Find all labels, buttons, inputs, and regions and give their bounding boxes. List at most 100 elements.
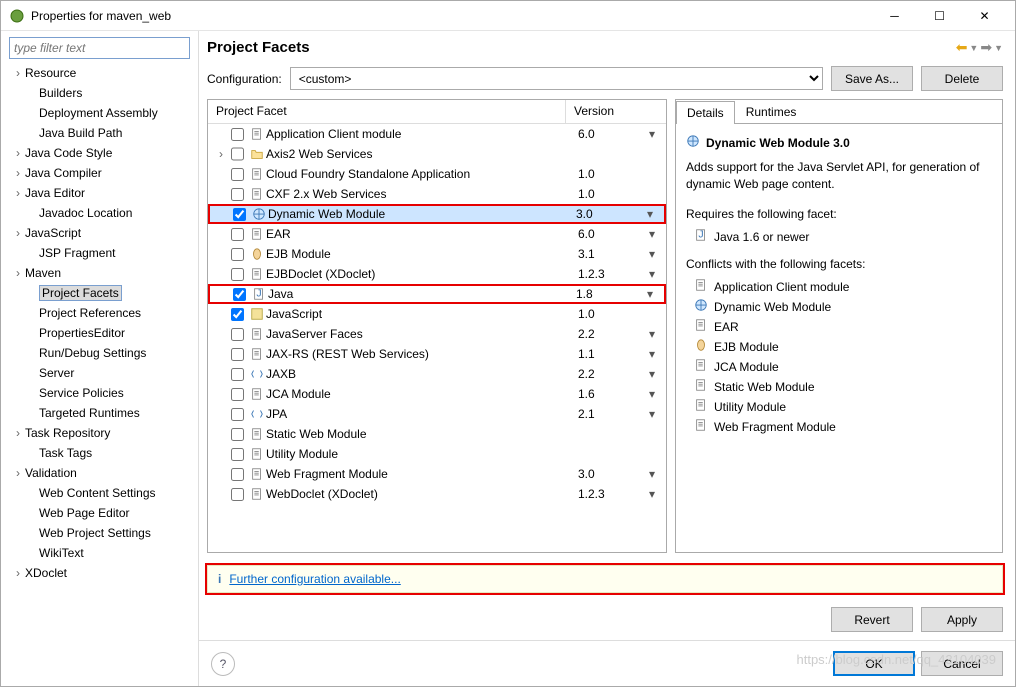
version-dropdown-icon[interactable]: ▾ (638, 347, 666, 361)
sidebar-item-javascript[interactable]: ›JavaScript (3, 223, 196, 243)
facet-checkbox[interactable] (231, 147, 244, 161)
facet-checkbox[interactable] (231, 188, 244, 201)
chevron-right-icon[interactable]: › (11, 166, 25, 180)
facet-checkbox[interactable] (231, 268, 244, 281)
facet-list[interactable]: Application Client module6.0▾›Axis2 Web … (208, 124, 666, 552)
sidebar-item-javadoc-location[interactable]: Javadoc Location (3, 203, 196, 223)
facet-checkbox[interactable] (231, 468, 244, 481)
sidebar-item-targeted-runtimes[interactable]: Targeted Runtimes (3, 403, 196, 423)
facet-checkbox[interactable] (231, 388, 244, 401)
sidebar-tree[interactable]: ›ResourceBuildersDeployment AssemblyJava… (3, 63, 196, 680)
version-dropdown-icon[interactable]: ▾ (638, 387, 666, 401)
chevron-right-icon[interactable]: › (11, 466, 25, 480)
facet-checkbox[interactable] (231, 228, 244, 241)
chevron-right-icon[interactable]: › (11, 226, 25, 240)
facet-row[interactable]: ›Axis2 Web Services (208, 144, 666, 164)
chevron-right-icon[interactable]: › (11, 66, 25, 80)
facet-checkbox[interactable] (231, 168, 244, 181)
facet-checkbox[interactable] (231, 368, 244, 381)
version-dropdown-icon[interactable]: ▾ (638, 227, 666, 241)
version-dropdown-icon[interactable]: ▾ (638, 407, 666, 421)
version-dropdown-icon[interactable]: ▾ (636, 287, 664, 301)
facet-checkbox[interactable] (233, 288, 246, 301)
facet-header-version[interactable]: Version (566, 100, 666, 123)
forward-icon[interactable]: ➡ (980, 39, 992, 56)
revert-button[interactable]: Revert (831, 607, 913, 632)
ok-button[interactable]: OK (833, 651, 915, 676)
sidebar-item-builders[interactable]: Builders (3, 83, 196, 103)
sidebar-item-project-references[interactable]: Project References (3, 303, 196, 323)
sidebar-item-xdoclet[interactable]: ›XDoclet (3, 563, 196, 583)
facet-row[interactable]: Application Client module6.0▾ (208, 124, 666, 144)
facet-row[interactable]: EAR6.0▾ (208, 224, 666, 244)
sidebar-item-java-editor[interactable]: ›Java Editor (3, 183, 196, 203)
facet-row[interactable]: Static Web Module (208, 424, 666, 444)
sidebar-item-resource[interactable]: ›Resource (3, 63, 196, 83)
version-dropdown-icon[interactable]: ▾ (638, 267, 666, 281)
facet-row[interactable]: Dynamic Web Module3.0▾ (208, 204, 666, 224)
sidebar-item-project-facets[interactable]: Project Facets (3, 283, 196, 303)
facet-row[interactable]: JavaScript1.0 (208, 304, 666, 324)
facet-row[interactable]: JavaServer Faces2.2▾ (208, 324, 666, 344)
save-as-button[interactable]: Save As... (831, 66, 913, 91)
facet-checkbox[interactable] (231, 248, 244, 261)
facet-row[interactable]: CXF 2.x Web Services1.0 (208, 184, 666, 204)
chevron-right-icon[interactable]: › (11, 266, 25, 280)
facet-checkbox[interactable] (231, 328, 244, 341)
facet-row[interactable]: JAXB2.2▾ (208, 364, 666, 384)
facet-checkbox[interactable] (231, 308, 244, 321)
sidebar-item-java-build-path[interactable]: Java Build Path (3, 123, 196, 143)
sidebar-item-java-compiler[interactable]: ›Java Compiler (3, 163, 196, 183)
close-button[interactable]: ✕ (962, 2, 1007, 30)
back-icon[interactable]: ⬅ (956, 39, 968, 56)
facet-header-name[interactable]: Project Facet (208, 100, 566, 123)
facet-row[interactable]: JJava1.8▾ (208, 284, 666, 304)
version-dropdown-icon[interactable]: ▾ (638, 247, 666, 261)
cancel-button[interactable]: Cancel (921, 651, 1003, 676)
delete-button[interactable]: Delete (921, 66, 1003, 91)
sidebar-item-server[interactable]: Server (3, 363, 196, 383)
sidebar-item-propertieseditor[interactable]: PropertiesEditor (3, 323, 196, 343)
sidebar-item-task-repository[interactable]: ›Task Repository (3, 423, 196, 443)
version-dropdown-icon[interactable]: ▾ (638, 327, 666, 341)
sidebar-item-task-tags[interactable]: Task Tags (3, 443, 196, 463)
help-button[interactable]: ? (211, 652, 235, 676)
sidebar-item-run-debug-settings[interactable]: Run/Debug Settings (3, 343, 196, 363)
sidebar-item-web-page-editor[interactable]: Web Page Editor (3, 503, 196, 523)
maximize-button[interactable]: ☐ (917, 2, 962, 30)
sidebar-item-deployment-assembly[interactable]: Deployment Assembly (3, 103, 196, 123)
chevron-right-icon[interactable]: › (11, 566, 25, 580)
version-dropdown-icon[interactable]: ▾ (638, 367, 666, 381)
apply-button[interactable]: Apply (921, 607, 1003, 632)
chevron-right-icon[interactable]: › (11, 146, 25, 160)
tab-runtimes[interactable]: Runtimes (735, 100, 808, 123)
facet-row[interactable]: Utility Module (208, 444, 666, 464)
nav-arrows[interactable]: ⬅ ▼ ➡ ▼ (956, 39, 1003, 56)
version-dropdown-icon[interactable]: ▾ (638, 127, 666, 141)
sidebar-item-wikitext[interactable]: WikiText (3, 543, 196, 563)
facet-row[interactable]: JPA2.1▾ (208, 404, 666, 424)
minimize-button[interactable]: ─ (872, 2, 917, 30)
facet-row[interactable]: Cloud Foundry Standalone Application1.0 (208, 164, 666, 184)
back-menu-icon[interactable]: ▼ (969, 43, 978, 53)
facet-row[interactable]: JCA Module1.6▾ (208, 384, 666, 404)
version-dropdown-icon[interactable]: ▾ (636, 207, 664, 221)
facet-checkbox[interactable] (231, 128, 244, 141)
facet-checkbox[interactable] (231, 488, 244, 501)
facet-checkbox[interactable] (231, 428, 244, 441)
sidebar-item-web-content-settings[interactable]: Web Content Settings (3, 483, 196, 503)
sidebar-item-jsp-fragment[interactable]: JSP Fragment (3, 243, 196, 263)
configuration-select[interactable]: <custom> (290, 67, 823, 90)
version-dropdown-icon[interactable]: ▾ (638, 467, 666, 481)
facet-checkbox[interactable] (231, 408, 244, 421)
facet-row[interactable]: EJBDoclet (XDoclet)1.2.3▾ (208, 264, 666, 284)
facet-row[interactable]: EJB Module3.1▾ (208, 244, 666, 264)
sidebar-item-java-code-style[interactable]: ›Java Code Style (3, 143, 196, 163)
chevron-right-icon[interactable]: › (219, 147, 231, 161)
sidebar-item-maven[interactable]: ›Maven (3, 263, 196, 283)
facet-checkbox[interactable] (233, 208, 246, 221)
facet-row[interactable]: JAX-RS (REST Web Services)1.1▾ (208, 344, 666, 364)
filter-input[interactable] (9, 37, 190, 59)
further-config-link[interactable]: Further configuration available... (229, 572, 400, 586)
tab-details[interactable]: Details (676, 101, 735, 124)
